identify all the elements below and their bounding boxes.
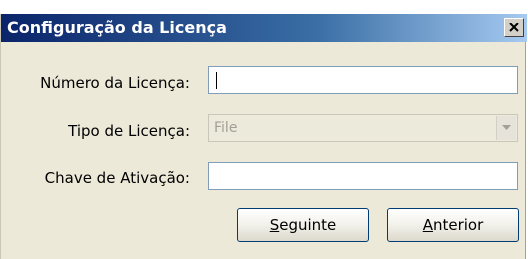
previous-button-mnemonic: A [422,216,433,234]
activation-key-input[interactable] [208,162,518,190]
license-number-input[interactable] [208,66,518,94]
close-button[interactable] [504,18,524,37]
title-bar[interactable]: Configuração da Licença [1,14,527,42]
license-type-select[interactable]: File [208,114,518,142]
license-number-label: Número da Licença: [40,74,190,92]
next-button-label: eguinte [279,216,337,234]
previous-button-label: nterior [432,216,484,234]
previous-button[interactable]: Anterior [387,208,519,242]
window-title: Configuração da Licença [7,18,227,37]
activation-key-label: Chave de Ativação: [44,169,190,187]
license-type-selected: File [214,120,238,136]
close-icon [509,23,519,32]
chevron-down-icon [502,125,511,130]
next-button-mnemonic: S [269,216,280,234]
license-config-dialog: Configuração da Licença Número da Licenç… [0,14,527,259]
dropdown-button[interactable] [496,116,516,140]
next-button[interactable]: Seguinte [237,208,369,242]
text-caret [216,72,217,89]
license-type-label: Tipo de Licença: [68,122,190,140]
